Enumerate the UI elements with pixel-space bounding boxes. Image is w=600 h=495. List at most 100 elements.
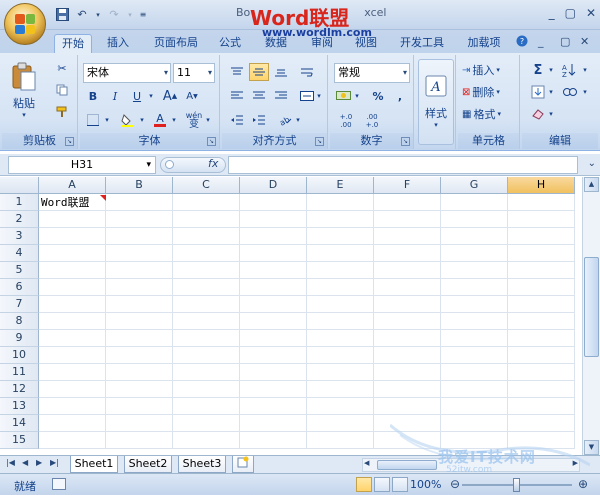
name-box[interactable]: H31 ▾ bbox=[8, 156, 156, 174]
underline-button[interactable]: U bbox=[127, 87, 147, 105]
page-layout-view-icon[interactable] bbox=[374, 477, 390, 492]
insert-cells-button[interactable]: ⇥ 插入 ▾ bbox=[462, 61, 500, 79]
fill-icon[interactable] bbox=[528, 83, 548, 101]
phonetic-dropdown-icon[interactable]: ▾ bbox=[203, 111, 213, 129]
zoom-slider-thumb[interactable] bbox=[513, 478, 520, 492]
currency-icon[interactable] bbox=[334, 87, 354, 105]
row-header-6[interactable]: 6 bbox=[0, 279, 39, 296]
format-cells-button[interactable]: ▦ 格式 ▾ bbox=[462, 105, 501, 123]
currency-dropdown-icon[interactable]: ▾ bbox=[352, 87, 362, 105]
decrease-indent-icon[interactable] bbox=[227, 111, 247, 129]
fill-color-icon[interactable] bbox=[118, 111, 138, 129]
row-header-4[interactable]: 4 bbox=[0, 245, 39, 262]
clear-icon[interactable] bbox=[528, 105, 548, 123]
find-select-icon[interactable] bbox=[560, 83, 580, 101]
sort-filter-icon[interactable]: AZ bbox=[560, 61, 580, 79]
font-name-select[interactable]: 宋体 ▾ bbox=[83, 63, 171, 83]
scroll-left-icon[interactable]: ◀ bbox=[364, 459, 369, 467]
borders-icon[interactable] bbox=[83, 111, 103, 129]
row-header-12[interactable]: 12 bbox=[0, 381, 39, 398]
row-header-14[interactable]: 14 bbox=[0, 415, 39, 432]
align-bottom-icon[interactable] bbox=[271, 63, 291, 81]
cut-icon[interactable]: ✂ bbox=[52, 59, 72, 77]
maximize-window-icon[interactable]: ▢ bbox=[565, 6, 576, 20]
font-launcher-icon[interactable]: ↘ bbox=[207, 137, 216, 146]
sort-dropdown-icon[interactable]: ▾ bbox=[580, 61, 590, 79]
tab-addins[interactable]: 加载项 bbox=[460, 34, 508, 53]
row-header-7[interactable]: 7 bbox=[0, 296, 39, 313]
comma-button[interactable]: , bbox=[390, 87, 410, 105]
row-header-9[interactable]: 9 bbox=[0, 330, 39, 347]
scroll-up-icon[interactable]: ▲ bbox=[584, 177, 599, 192]
number-launcher-icon[interactable]: ↘ bbox=[401, 137, 410, 146]
save-icon[interactable] bbox=[54, 7, 70, 22]
sheet-tab-sheet3[interactable]: Sheet3 bbox=[178, 456, 226, 473]
tab-developer[interactable]: 开发工具 bbox=[392, 34, 452, 53]
clear-dropdown-icon[interactable]: ▾ bbox=[546, 105, 556, 123]
vertical-scroll-thumb[interactable] bbox=[584, 257, 599, 357]
fill-color-dropdown-icon[interactable]: ▾ bbox=[137, 111, 147, 129]
italic-button[interactable]: I bbox=[105, 87, 125, 105]
tab-page-layout[interactable]: 页面布局 bbox=[146, 34, 206, 53]
page-break-view-icon[interactable] bbox=[392, 477, 408, 492]
row-header-1[interactable]: 1 bbox=[0, 194, 39, 211]
column-header-f[interactable]: F bbox=[374, 177, 441, 194]
increase-indent-icon[interactable] bbox=[249, 111, 269, 129]
horizontal-scroll-thumb[interactable] bbox=[377, 460, 437, 470]
format-painter-icon[interactable] bbox=[52, 103, 72, 121]
orientation-icon[interactable]: ab bbox=[275, 111, 295, 129]
scroll-down-icon[interactable]: ▼ bbox=[584, 440, 599, 455]
row-header-11[interactable]: 11 bbox=[0, 364, 39, 381]
tab-insert[interactable]: 插入 bbox=[100, 34, 136, 53]
delete-cells-button[interactable]: ⊠ 删除 ▾ bbox=[462, 83, 500, 101]
undo-dropdown-icon[interactable]: ▾ bbox=[94, 7, 102, 22]
paste-button[interactable]: 粘贴 ▾ bbox=[6, 59, 42, 121]
autosum-dropdown-icon[interactable]: ▾ bbox=[546, 61, 556, 79]
prev-sheet-icon[interactable]: ◀ bbox=[22, 458, 28, 467]
insert-function-button[interactable]: fx bbox=[208, 157, 218, 170]
insert-sheet-icon[interactable] bbox=[232, 456, 254, 473]
align-center-icon[interactable] bbox=[249, 87, 269, 105]
row-header-3[interactable]: 3 bbox=[0, 228, 39, 245]
redo-dropdown-icon[interactable]: ▾ bbox=[126, 7, 134, 22]
select-all-corner[interactable] bbox=[0, 177, 39, 194]
percent-button[interactable]: % bbox=[368, 87, 388, 105]
underline-dropdown-icon[interactable]: ▾ bbox=[146, 87, 156, 105]
minimize-window-icon[interactable]: _ bbox=[549, 6, 555, 20]
column-header-h[interactable]: H bbox=[508, 177, 575, 194]
formula-input[interactable] bbox=[228, 156, 578, 174]
copy-icon[interactable] bbox=[52, 81, 72, 99]
row-header-13[interactable]: 13 bbox=[0, 398, 39, 415]
row-header-2[interactable]: 2 bbox=[0, 211, 39, 228]
clipboard-launcher-icon[interactable]: ↘ bbox=[65, 137, 74, 146]
styles-button[interactable]: A 样式 ▾ bbox=[418, 59, 454, 145]
zoom-in-icon[interactable]: ⊕ bbox=[578, 477, 588, 491]
column-header-a[interactable]: A bbox=[39, 177, 106, 194]
orientation-dropdown-icon[interactable]: ▾ bbox=[293, 111, 303, 129]
align-left-icon[interactable] bbox=[227, 87, 247, 105]
row-header-5[interactable]: 5 bbox=[0, 262, 39, 279]
column-header-b[interactable]: B bbox=[106, 177, 173, 194]
row-header-8[interactable]: 8 bbox=[0, 313, 39, 330]
vertical-scrollbar[interactable]: ▲ ▼ bbox=[582, 177, 600, 455]
increase-decimal-icon[interactable]: +.0.00 bbox=[334, 111, 358, 131]
grow-font-button[interactable]: A ▲ bbox=[160, 87, 180, 105]
help-icon[interactable]: ? bbox=[516, 35, 528, 50]
align-right-icon[interactable] bbox=[271, 87, 291, 105]
redo-icon[interactable]: ↷ bbox=[106, 7, 122, 22]
autosum-button[interactable]: Σ bbox=[528, 61, 548, 79]
decrease-decimal-icon[interactable]: .00 +.0 bbox=[360, 111, 384, 131]
find-dropdown-icon[interactable]: ▾ bbox=[580, 83, 590, 101]
phonetic-guide-icon[interactable]: wén 变 bbox=[184, 109, 204, 131]
customize-qat-icon[interactable]: ≡ bbox=[138, 7, 148, 22]
wrap-text-icon[interactable] bbox=[297, 63, 317, 81]
column-header-d[interactable]: D bbox=[240, 177, 307, 194]
column-header-e[interactable]: E bbox=[307, 177, 374, 194]
close-window-icon[interactable]: ✕ bbox=[586, 6, 596, 20]
font-size-select[interactable]: 11 ▾ bbox=[173, 63, 215, 83]
number-format-select[interactable]: 常规 ▾ bbox=[334, 63, 410, 83]
cell-a1[interactable]: Word联盟 bbox=[41, 195, 90, 211]
undo-icon[interactable]: ↶ bbox=[74, 7, 90, 22]
font-color-icon[interactable]: A bbox=[150, 111, 170, 129]
office-button[interactable] bbox=[4, 3, 46, 45]
